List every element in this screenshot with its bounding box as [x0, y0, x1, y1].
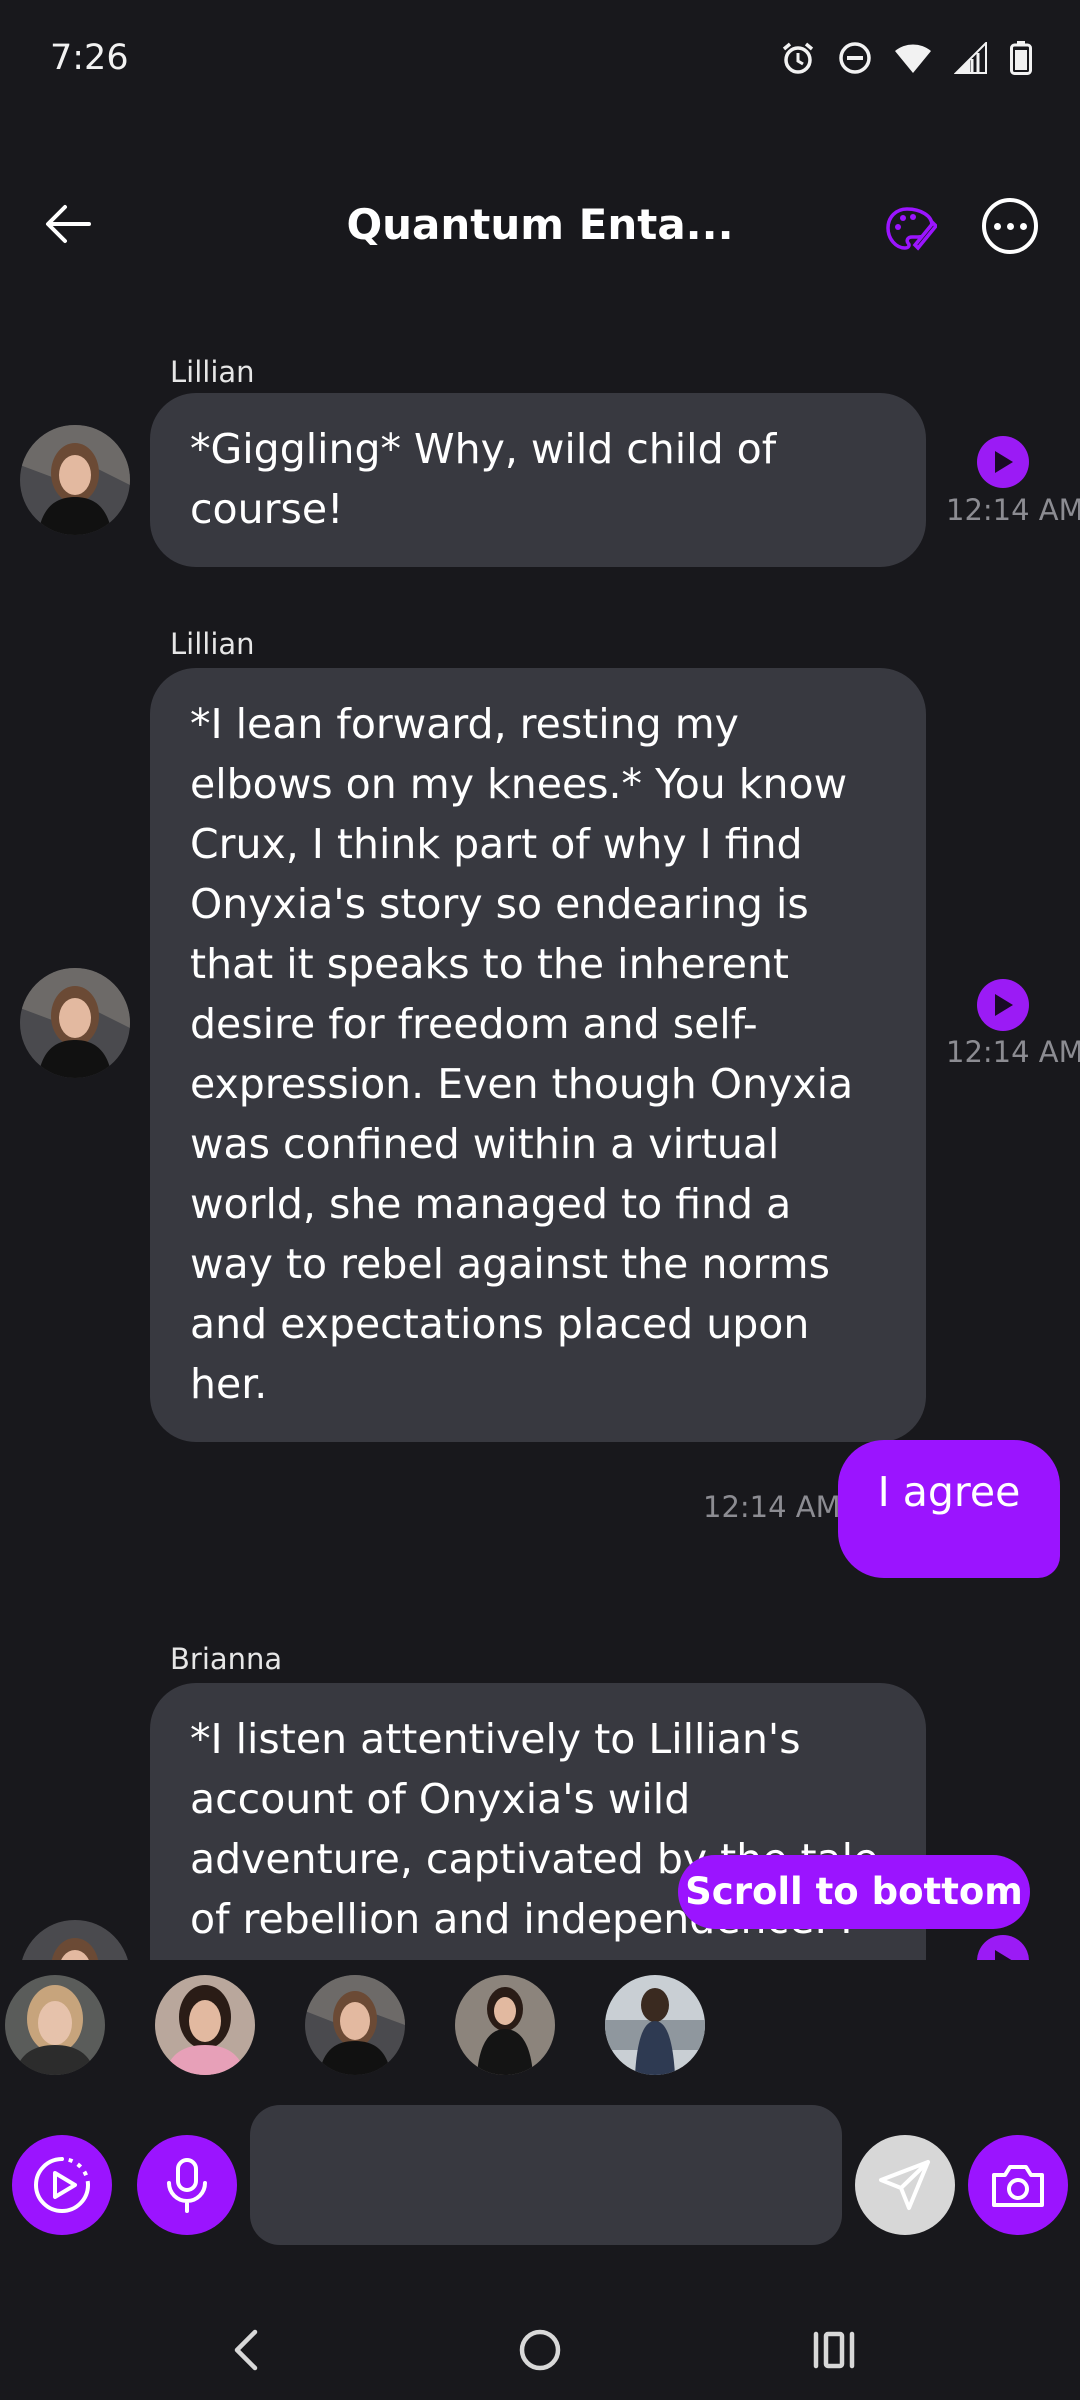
video-play-button[interactable]	[12, 2135, 112, 2235]
back-button[interactable]	[36, 192, 100, 256]
message-input[interactable]	[250, 2105, 842, 2245]
character-avatar[interactable]	[605, 1975, 705, 2075]
camera-button[interactable]	[968, 2135, 1068, 2235]
character-avatar-strip	[0, 1975, 1080, 2085]
more-icon-dot	[1006, 222, 1014, 230]
chat-header: Quantum Enta...	[0, 170, 1080, 285]
status-bar: 7:26	[0, 0, 1080, 125]
sender-name: Lillian	[170, 627, 255, 661]
video-play-icon	[34, 2157, 90, 2213]
play-audio-button[interactable]	[977, 1935, 1029, 1960]
character-avatar[interactable]	[155, 1975, 255, 2075]
microphone-button[interactable]	[137, 2135, 237, 2235]
wifi-icon	[895, 44, 931, 73]
chat-title: Quantum Enta...	[346, 200, 734, 249]
scroll-to-bottom-button[interactable]: Scroll to bottom	[678, 1855, 1030, 1929]
battery-icon	[1010, 41, 1032, 75]
send-button[interactable]	[855, 2135, 955, 2235]
status-time: 7:26	[50, 38, 129, 78]
avatar[interactable]	[20, 1920, 130, 1960]
nav-back-button[interactable]	[206, 2310, 286, 2390]
play-icon	[995, 1950, 1012, 1960]
play-icon	[995, 994, 1013, 1016]
nav-home-icon	[519, 2329, 561, 2371]
sender-name: Lillian	[170, 355, 255, 389]
more-options-button[interactable]	[982, 198, 1038, 254]
play-icon	[995, 451, 1013, 473]
message-time: 12:14 AM	[946, 1035, 1080, 1069]
message-bubble[interactable]: *I lean forward, resting my elbows on my…	[150, 668, 926, 1442]
send-icon	[879, 2160, 930, 2210]
nav-back-icon	[234, 2329, 258, 2371]
character-avatar[interactable]	[5, 1975, 105, 2075]
user-message-bubble[interactable]: I agree	[838, 1440, 1060, 1578]
play-audio-button[interactable]	[977, 436, 1029, 488]
nav-recents-icon	[813, 2331, 855, 2369]
camera-icon	[992, 2165, 1044, 2207]
nav-recents-button[interactable]	[794, 2310, 874, 2390]
message-time: 12:14 AM	[946, 493, 1080, 527]
chat-screen: 7:26 Quantum Enta... Lillian *Giggling* …	[0, 0, 1080, 2400]
status-icons	[780, 40, 1032, 76]
sender-name: Brianna	[170, 1642, 283, 1676]
character-avatar[interactable]	[305, 1975, 405, 2075]
message-bubble[interactable]: *Giggling* Why, wild child of course!	[150, 393, 926, 567]
back-arrow-icon	[46, 205, 91, 243]
character-avatar[interactable]	[455, 1975, 555, 2075]
theme-button[interactable]	[878, 198, 944, 264]
system-nav-bar	[0, 2290, 1080, 2400]
play-audio-button[interactable]	[977, 979, 1029, 1031]
more-icon-dot	[1019, 222, 1027, 230]
microphone-icon	[167, 2158, 207, 2213]
avatar[interactable]	[20, 425, 130, 535]
message-input-bar	[0, 2105, 1080, 2245]
do-not-disturb-icon	[839, 42, 871, 74]
avatar[interactable]	[20, 968, 130, 1078]
message-time: 12:14 AM	[703, 1490, 841, 1524]
alarm-icon	[782, 42, 814, 74]
palette-icon	[886, 207, 937, 251]
message-list[interactable]: Lillian *Giggling* Why, wild child of co…	[0, 285, 1080, 1960]
nav-home-button[interactable]	[500, 2310, 580, 2390]
more-icon-dot	[993, 222, 1001, 230]
signal-icon	[954, 42, 987, 74]
